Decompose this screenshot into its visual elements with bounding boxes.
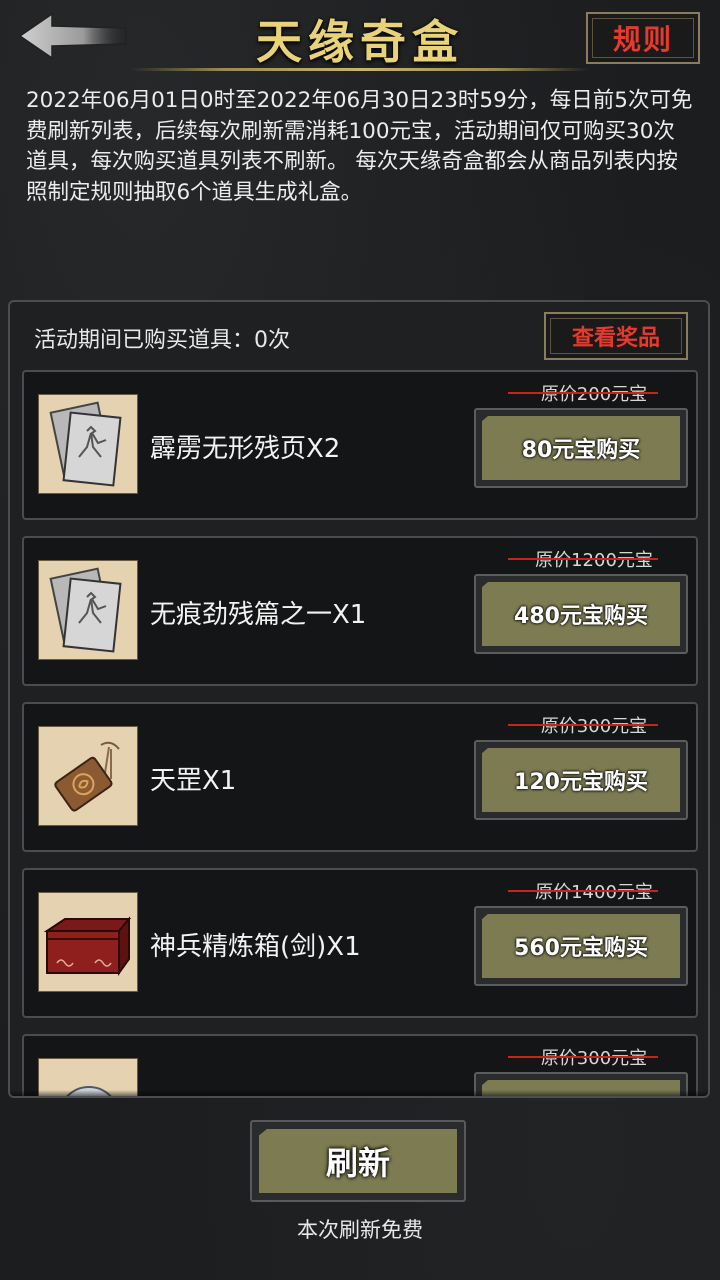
price-strikethrough (508, 724, 658, 726)
buy-button-label: 560元宝购买 (514, 936, 648, 961)
purchase-count-text: 活动期间已购买道具：0次 (34, 328, 290, 353)
shop-item: 霹雳无形残页X2 原价200元宝 80元宝购买 (22, 370, 698, 520)
refresh-button[interactable]: 刷新 (250, 1120, 466, 1202)
buy-button-label: 480元宝购买 (514, 604, 648, 629)
item-name: 无痕劲残篇之一X1 (150, 600, 367, 630)
price-strikethrough (508, 558, 658, 560)
panel-scroll-fade (10, 1090, 708, 1096)
buy-button[interactable]: 480元宝购买 (474, 574, 688, 654)
item-name: 神兵精炼箱(剑)X1 (150, 932, 361, 962)
refresh-button-label: 刷新 (325, 1144, 390, 1182)
buy-button[interactable]: 560元宝购买 (474, 906, 688, 986)
refresh-cost-note: 本次刷新免费 (297, 1218, 423, 1242)
shop-panel[interactable]: 活动期间已购买道具：0次 查看奖品 霹雳无形残页X2 原价200元宝 80元宝购… (8, 300, 710, 1098)
shop-item: 天罡X1 原价300元宝 120元宝购买 (22, 702, 698, 852)
event-description: 2022年06月01日0时至2022年06月30日23时59分，每日前5次可免费… (26, 88, 693, 205)
rules-button[interactable]: 规则 (586, 12, 700, 64)
buy-button[interactable]: 80元宝购买 (474, 408, 688, 488)
price-strikethrough (508, 392, 658, 394)
red-chest-icon (38, 892, 138, 992)
item-name: 天罡X1 (150, 766, 237, 796)
buy-button-label: 80元宝购买 (521, 438, 641, 463)
shop-item: 无痕劲残篇之一X1 原价1200元宝 480元宝购买 (22, 536, 698, 686)
price-strikethrough (508, 890, 658, 892)
buy-button[interactable]: 120元宝购买 (474, 740, 688, 820)
shop-item: 神兵精炼箱(剑)X1 原价1400元宝 560元宝购买 (22, 868, 698, 1018)
price-strikethrough (508, 1056, 658, 1058)
scroll-pages-icon (38, 560, 138, 660)
bronze-token-icon (38, 726, 138, 826)
buy-button-label: 120元宝购买 (514, 770, 648, 795)
view-prizes-label: 查看奖品 (571, 326, 660, 351)
scroll-pages-icon (38, 394, 138, 494)
shop-item: 原价300元宝 (22, 1034, 698, 1096)
title-divider (130, 68, 590, 71)
view-prizes-button[interactable]: 查看奖品 (544, 312, 688, 360)
item-name: 霹雳无形残页X2 (150, 434, 341, 464)
rules-button-label: 规则 (612, 23, 673, 56)
